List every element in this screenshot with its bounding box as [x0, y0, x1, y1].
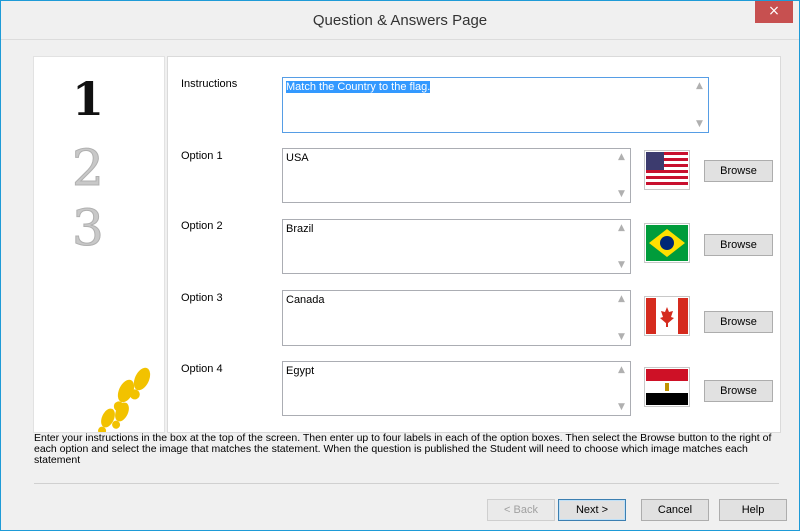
option-3-browse-button[interactable]: Browse: [704, 311, 773, 333]
option-2-browse-button[interactable]: Browse: [704, 234, 773, 256]
option-4-scrollbar[interactable]: ▲ ▼: [613, 362, 630, 415]
scroll-up-icon[interactable]: ▲: [691, 81, 708, 91]
scroll-up-icon[interactable]: ▲: [613, 152, 630, 162]
window-title: Question & Answers Page: [312, 12, 488, 29]
wizard-window: Question & Answers Page × 1 2 3 Instruct…: [0, 0, 800, 531]
footprints-icon: [98, 367, 151, 435]
footer-separator: [34, 483, 779, 484]
title-separator: [1, 39, 799, 40]
scroll-up-icon[interactable]: ▲: [613, 223, 630, 233]
steps-illustration: 1 2 3: [72, 72, 151, 435]
option-1-image: [644, 150, 690, 190]
option-4-browse-button[interactable]: Browse: [704, 380, 773, 402]
instructions-label: Instructions: [181, 78, 238, 90]
option-2-scrollbar[interactable]: ▲ ▼: [613, 220, 630, 273]
step-number-2: 2: [72, 139, 104, 197]
option-4-label: Option 4: [181, 363, 223, 375]
instructions-input[interactable]: Match the Country to the flag. ▲ ▼: [282, 77, 709, 133]
help-text: Enter your instructions in the box at th…: [34, 432, 772, 466]
option-2-input[interactable]: Brazil ▲ ▼: [282, 219, 631, 274]
option-3-input[interactable]: Canada ▲ ▼: [282, 290, 631, 346]
option-1-label: Option 1: [181, 150, 223, 162]
close-icon: ×: [768, 3, 780, 19]
step-number-3: 3: [72, 199, 104, 257]
option-2-value: Brazil: [286, 223, 314, 235]
option-1-input[interactable]: USA ▲ ▼: [282, 148, 631, 203]
help-button[interactable]: Help: [719, 499, 787, 521]
option-3-scrollbar[interactable]: ▲ ▼: [613, 291, 630, 345]
scroll-down-icon[interactable]: ▼: [613, 332, 630, 342]
side-illustration-panel: 1 2 3: [33, 56, 165, 435]
instructions-scrollbar[interactable]: ▲ ▼: [691, 78, 708, 132]
scroll-down-icon[interactable]: ▼: [613, 402, 630, 412]
option-4-input[interactable]: Egypt ▲ ▼: [282, 361, 631, 416]
cancel-button[interactable]: Cancel: [641, 499, 709, 521]
instructions-value: Match the Country to the flag.: [286, 81, 431, 93]
option-1-value: USA: [286, 152, 309, 164]
canada-flag-icon: [646, 298, 688, 334]
option-3-label: Option 3: [181, 292, 223, 304]
option-3-value: Canada: [286, 294, 325, 306]
scroll-up-icon[interactable]: ▲: [613, 365, 630, 375]
back-button[interactable]: < Back: [487, 499, 555, 521]
option-2-label: Option 2: [181, 220, 223, 232]
option-2-image: [644, 223, 690, 263]
scroll-down-icon[interactable]: ▼: [691, 119, 708, 129]
brazil-flag-icon: [646, 225, 688, 261]
egypt-flag-icon: [646, 369, 688, 405]
option-3-image: [644, 296, 690, 336]
scroll-down-icon[interactable]: ▼: [613, 260, 630, 270]
step-number-1: 1: [72, 72, 104, 126]
scroll-up-icon[interactable]: ▲: [613, 294, 630, 304]
close-button[interactable]: ×: [755, 1, 793, 23]
scroll-down-icon[interactable]: ▼: [613, 189, 630, 199]
next-button[interactable]: Next >: [558, 499, 626, 521]
usa-flag-icon: [646, 152, 688, 188]
title-bar[interactable]: Question & Answers Page ×: [1, 1, 799, 39]
option-1-browse-button[interactable]: Browse: [704, 160, 773, 182]
option-1-scrollbar[interactable]: ▲ ▼: [613, 149, 630, 202]
option-4-image: [644, 367, 690, 407]
option-4-value: Egypt: [286, 365, 315, 377]
